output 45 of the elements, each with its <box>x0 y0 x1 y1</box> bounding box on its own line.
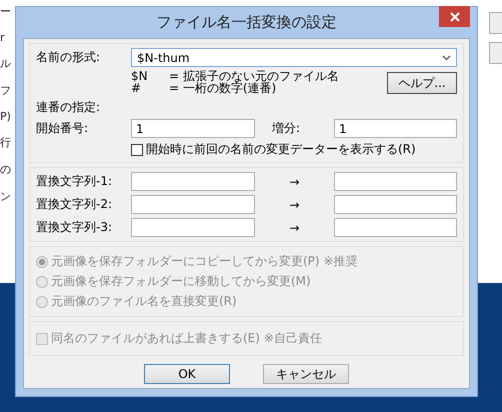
background-text: ー <box>0 4 12 19</box>
background-text: r <box>0 31 6 44</box>
ok-button[interactable]: OK <box>144 364 230 384</box>
background-button[interactable] <box>489 12 502 34</box>
background-text: P) <box>0 110 12 123</box>
replace-text-field[interactable] <box>334 172 457 191</box>
start-number-field[interactable]: 1 <box>131 119 255 138</box>
legend-description: = 拡張子のない元のファイル名 <box>169 70 339 82</box>
checkbox-label: 同名のファイルがあれば上書きする(E) ※自己責任 <box>51 330 322 347</box>
arrow-text: → <box>288 174 301 188</box>
radio-label: 元画像のファイル名を直接変更(R) <box>51 293 237 310</box>
window-title: ファイル名一括変換の設定 <box>156 13 336 32</box>
field-label: 置換文字列-2: <box>36 196 114 213</box>
background-text: ン <box>0 189 12 204</box>
help-button[interactable]: ヘルプ... <box>387 72 457 94</box>
search-text-field[interactable] <box>131 172 255 191</box>
background-text: 行 <box>0 135 12 150</box>
close-button[interactable] <box>439 6 470 27</box>
background-text: ル <box>0 56 12 71</box>
field-label: 置換文字列-1: <box>36 173 114 190</box>
checkbox[interactable] <box>131 144 143 156</box>
background-text: の <box>0 162 12 177</box>
search-text-field[interactable] <box>131 195 255 214</box>
background-text: フ <box>0 83 12 98</box>
close-icon <box>450 12 460 22</box>
checkbox-label: 開始時に前回の名前の変更データーを表示する(R) <box>146 141 416 158</box>
background-button[interactable] <box>489 42 502 64</box>
radio-label: 元画像を保存フォルダーに移動してから変更(M) <box>51 273 311 290</box>
name-format-combobox[interactable]: $N-thum <box>131 48 457 67</box>
field-label: 置換文字列-3: <box>36 219 114 236</box>
field-label: 増分: <box>272 120 300 137</box>
cancel-button[interactable]: キャンセル <box>263 364 349 384</box>
legend-symbol: $N <box>131 70 149 82</box>
radio-label: 元画像を保存フォルダーにコピーしてから変更(P) ※推奨 <box>51 253 358 270</box>
section-label: 連番の指定: <box>36 99 102 116</box>
arrow-text: → <box>288 220 301 234</box>
replace-text-field[interactable] <box>334 218 457 237</box>
search-text-field[interactable] <box>131 218 255 237</box>
replace-text-field[interactable] <box>334 195 457 214</box>
legend-symbol: # <box>131 82 142 94</box>
increment-field[interactable]: 1 <box>334 119 457 138</box>
arrow-text: → <box>288 198 301 212</box>
legend-description: = 一桁の数字(連番) <box>169 82 276 94</box>
field-label: 名前の形式: <box>36 49 102 66</box>
field-label: 開始番号: <box>36 120 90 137</box>
